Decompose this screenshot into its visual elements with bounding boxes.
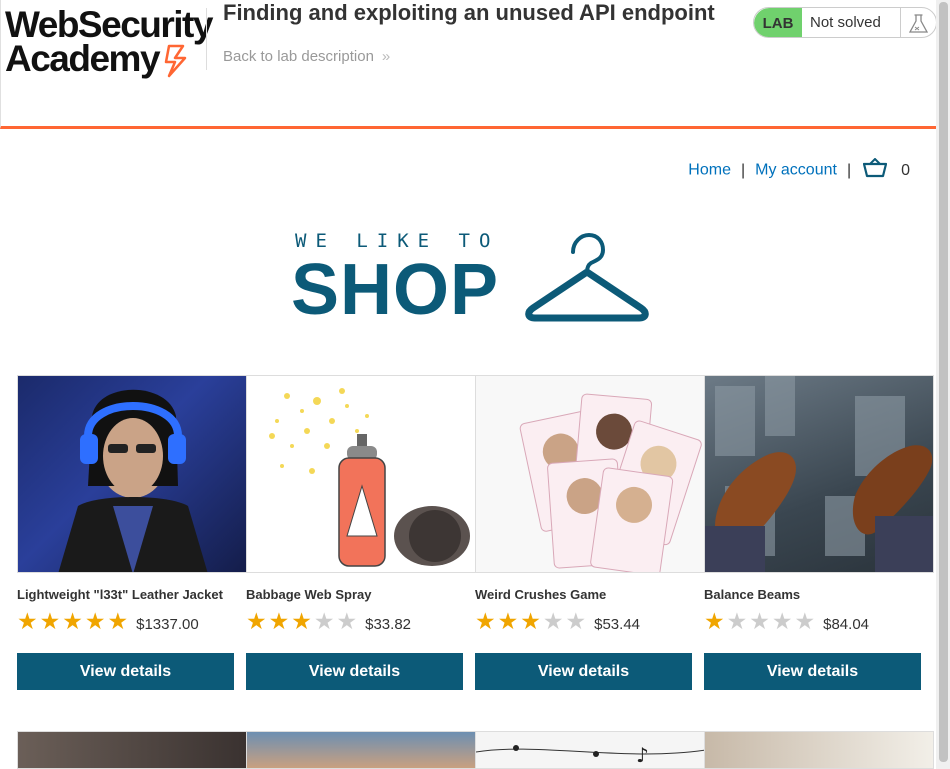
academy-header: WebSecurity Academy Finding and exploiti… <box>0 0 937 129</box>
rating-stars: ★ ★ ★ ★ ★ <box>246 607 359 634</box>
star-icon: ★ <box>771 607 793 634</box>
star-icon: ★ <box>704 607 725 634</box>
star-icon: ★ <box>107 607 129 634</box>
star-icon: ★ <box>39 607 61 634</box>
product-image <box>246 731 476 769</box>
product-image <box>17 731 247 769</box>
product-name: Balance Beams <box>704 587 801 602</box>
nav-separator: | <box>846 161 852 179</box>
star-icon: ★ <box>794 607 816 634</box>
product-price: $53.44 <box>594 615 641 633</box>
shop-nav: Home | My account | 0 <box>688 157 910 183</box>
chevron-right-icon: » <box>381 48 391 65</box>
star-icon: ★ <box>291 607 312 634</box>
product-name: Weird Crushes Game <box>475 587 607 602</box>
view-details-button[interactable]: View details <box>704 653 921 690</box>
rating-stars: ★ ★ ★ ★ ★ <box>17 607 130 634</box>
star-icon: ★ <box>542 607 564 634</box>
rating-stars: ★ ★ ★ ★ ★ <box>704 607 817 634</box>
product-image <box>704 375 934 573</box>
banner-tagline: WE LIKE TO <box>295 230 500 252</box>
lab-status-widget: LAB Not solved <box>753 7 937 38</box>
product-card: Balance Beams ★ ★ ★ ★ ★ $84.04 View details <box>704 375 934 690</box>
lab-status-label: LAB <box>754 8 802 37</box>
product-image <box>246 375 476 573</box>
product-name: Babbage Web Spray <box>246 587 372 602</box>
product-image: ♪ <box>475 731 705 769</box>
product-meta: ★ ★ ★ ★ ★ $84.04 <box>704 608 921 634</box>
logo-lightning-icon <box>164 44 187 78</box>
nav-home-link[interactable]: Home <box>688 162 731 179</box>
product-price: $1337.00 <box>136 615 199 633</box>
star-icon: ★ <box>268 607 290 634</box>
back-to-lab-description-link[interactable]: Back to lab description » <box>223 48 390 65</box>
lab-status-text: Not solved <box>810 14 881 31</box>
product-meta: ★ ★ ★ ★ ★ $1337.00 <box>17 608 234 634</box>
product-image <box>475 375 705 573</box>
product-meta: ★ ★ ★ ★ ★ $53.44 <box>475 608 692 634</box>
star-icon: ★ <box>84 607 106 634</box>
lab-title: Finding and exploiting an unused API end… <box>223 0 715 25</box>
scrollbar-thumb[interactable] <box>939 2 948 762</box>
flask-icon <box>900 8 936 37</box>
star-icon: ★ <box>475 607 496 634</box>
header-divider <box>206 8 207 70</box>
hanger-icon <box>525 232 649 322</box>
view-details-button[interactable]: View details <box>17 653 234 690</box>
star-icon: ★ <box>336 607 358 634</box>
svg-text:♪: ♪ <box>636 743 649 767</box>
nav-my-account-link[interactable]: My account <box>755 162 837 179</box>
web-security-academy-logo[interactable]: WebSecurity Academy <box>5 4 213 79</box>
product-meta: ★ ★ ★ ★ ★ $33.82 <box>246 608 463 634</box>
star-icon: ★ <box>17 607 38 634</box>
product-price: $84.04 <box>823 615 870 633</box>
view-details-button[interactable]: View details <box>246 653 463 690</box>
star-icon: ★ <box>749 607 770 634</box>
we-like-to-shop-banner: WE LIKE TO SHOP <box>291 230 653 330</box>
rating-stars: ★ ★ ★ ★ ★ <box>475 607 588 634</box>
product-card: Weird Crushes Game ★ ★ ★ ★ ★ $53.44 View det… <box>475 375 705 690</box>
product-card: Babbage Web Spray ★ ★ ★ ★ ★ $33.82 View deta… <box>246 375 476 690</box>
logo-line-2: Academy <box>5 38 161 79</box>
banner-title: SHOP <box>291 250 500 330</box>
star-icon: ★ <box>497 607 519 634</box>
star-icon: ★ <box>246 607 267 634</box>
star-icon: ★ <box>313 607 335 634</box>
star-icon: ★ <box>565 607 587 634</box>
product-price: $33.82 <box>365 615 412 633</box>
page-scrollbar[interactable] <box>936 0 950 769</box>
star-icon: ★ <box>520 607 541 634</box>
product-card: Lightweight "l33t" Leather Jacket ★ ★ ★ ★ ★ … <box>17 375 247 690</box>
cart-count: 0 <box>901 161 910 179</box>
cart-icon[interactable] <box>862 157 888 183</box>
star-icon: ★ <box>62 607 83 634</box>
star-icon: ★ <box>726 607 748 634</box>
back-link-label: Back to lab description <box>223 48 374 65</box>
product-image <box>704 731 934 769</box>
view-details-button[interactable]: View details <box>475 653 692 690</box>
product-image <box>17 375 247 573</box>
nav-separator: | <box>740 161 746 179</box>
product-name: Lightweight "l33t" Leather Jacket <box>17 587 223 602</box>
